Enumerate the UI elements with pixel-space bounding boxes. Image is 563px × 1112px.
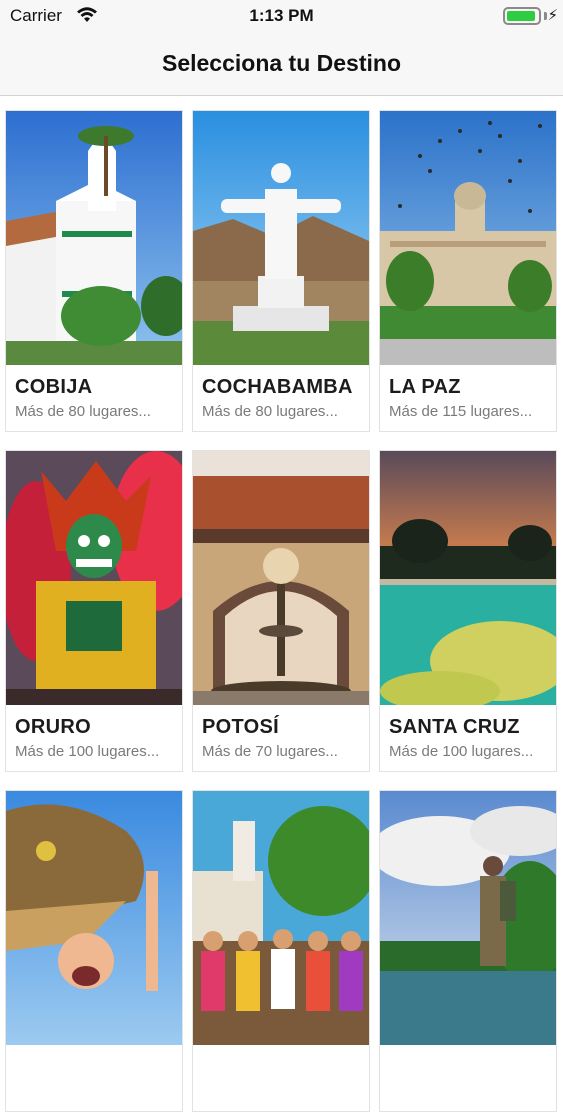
destination-name: COCHABAMBA — [202, 376, 353, 398]
destination-card-cobija[interactable]: COBIJA Más de 80 lugares... — [5, 110, 183, 432]
destination-name: LA PAZ — [389, 376, 461, 398]
destination-card-9[interactable] — [379, 790, 557, 1112]
cochabamba-image — [193, 111, 369, 365]
destination-card-la-paz[interactable]: LA PAZ Más de 115 lugares... — [379, 110, 557, 432]
destination-card-7[interactable] — [5, 790, 183, 1112]
potosi-image — [193, 451, 369, 705]
destination-card-cochabamba[interactable]: COCHABAMBA Más de 80 lugares... — [192, 110, 370, 432]
destination-card-8[interactable] — [192, 790, 370, 1112]
destination-image — [380, 791, 556, 1045]
destination-image — [6, 791, 182, 1045]
santa-cruz-image — [380, 451, 556, 705]
destination-name: SANTA CRUZ — [389, 716, 520, 738]
destination-subtitle: Más de 100 lugares... — [389, 743, 534, 760]
destination-subtitle: Más de 70 lugares... — [202, 743, 338, 760]
cobija-image — [6, 111, 182, 365]
battery-icon — [503, 7, 541, 25]
destination-card-oruro[interactable]: ORURO Más de 100 lugares... — [5, 450, 183, 772]
destination-card-potosi[interactable]: POTOSÍ Más de 70 lugares... — [192, 450, 370, 772]
charging-icon: ⚡ — [547, 7, 558, 24]
page-title: Selecciona tu Destino — [161, 50, 401, 76]
destination-subtitle: Más de 80 lugares... — [15, 403, 151, 420]
la-paz-image — [380, 111, 556, 365]
destination-name: POTOSÍ — [202, 716, 280, 738]
destination-name: COBIJA — [15, 376, 93, 398]
destination-name: ORURO — [15, 716, 91, 738]
destination-image — [193, 791, 369, 1045]
destination-card-santa-cruz[interactable]: SANTA CRUZ Más de 100 lugares... — [379, 450, 557, 772]
destination-subtitle: Más de 100 lugares... — [15, 743, 160, 760]
clock: 1:13 PM — [249, 6, 314, 25]
destination-subtitle: Más de 80 lugares... — [202, 403, 338, 420]
destination-subtitle: Más de 115 lugares... — [389, 403, 533, 420]
status-bar: Carrier 1:13 PM ⚡ — [0, 0, 563, 32]
navigation-bar: Selecciona tu Destino — [0, 32, 563, 96]
oruro-image — [6, 451, 182, 705]
